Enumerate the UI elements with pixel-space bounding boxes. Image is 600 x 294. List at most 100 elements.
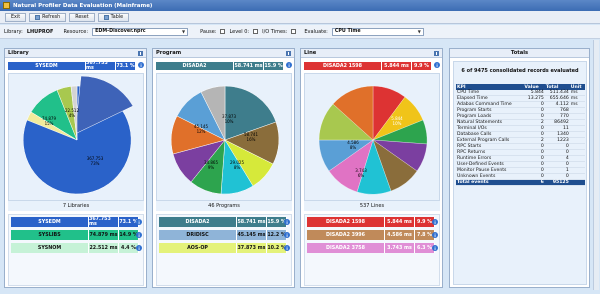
row-time: 4.586 ms (385, 230, 415, 240)
chevron-down-icon: ▼ (417, 29, 421, 34)
info-icon[interactable]: i (136, 232, 142, 238)
program-top-entry[interactable]: DISADA2 58.741 ms 15.9 % i (156, 62, 292, 70)
line-top-entry[interactable]: DISADA2 1598 5.844 ms 9.9 % i (304, 62, 440, 70)
resource-select[interactable]: EDM-Discover.nprc ▼ (92, 27, 189, 36)
list-item[interactable]: DISADA2 3996 4.586 ms 7.8 % i (307, 230, 438, 240)
info-icon[interactable]: i (284, 232, 290, 238)
info-icon[interactable]: i (284, 219, 290, 225)
grid-icon[interactable] (138, 50, 143, 56)
list-item[interactable]: DRIDISC 45.145 ms 12.2 % i (159, 230, 290, 240)
totals-panel: Totals 6 of 9475 consolidated records ev… (449, 48, 590, 288)
list-item[interactable]: SYSLIBS 74.879 ms 14.9 % i (11, 230, 142, 240)
exit-button[interactable]: Exit (5, 12, 27, 22)
info-icon[interactable]: i (432, 232, 438, 238)
library-panel-title: Library (8, 50, 29, 56)
grid-icon[interactable] (286, 50, 291, 56)
row-name: DISADA2 (159, 217, 237, 227)
total-row: Total events 6 95125 (456, 179, 585, 187)
chevron-down-icon: ▼ (181, 29, 186, 34)
row-time: 5.844 ms (385, 217, 415, 227)
info-icon[interactable]: i (432, 219, 438, 225)
window-titlebar: Natural Profiler Data Evaluation (Mainfr… (0, 0, 600, 11)
program-pie-box: 58.741 16% 45.145 12% 37.873 10% 29.025 … (156, 73, 292, 201)
refresh-button[interactable]: Refresh (29, 12, 67, 22)
row-time: 74.879 ms (89, 230, 119, 240)
evaluate-value: CPU Time (334, 29, 361, 34)
row-time: 58.741 ms (237, 217, 267, 227)
row-name: DRIDISC (159, 230, 237, 240)
records-summary: 6 of 9475 consolidated records evaluated (461, 68, 579, 74)
grid-icon[interactable] (434, 50, 439, 56)
list-item[interactable]: DISADA2 3758 3.743 ms 6.3 % i (307, 243, 438, 253)
top-time: 5.844 ms (382, 62, 412, 70)
info-icon[interactable]: i (432, 245, 438, 251)
pie-label: 16% (247, 137, 256, 142)
toolbar: Exit Refresh Reset Table (0, 11, 600, 24)
row-time: 22.512 ms (89, 243, 119, 253)
line-panel: Line DISADA2 1598 5.844 ms 9.9 % i 5.844… (300, 48, 443, 288)
pie-label: 73% (91, 161, 100, 166)
line-pie-box: 5.844 10% 4.586 8% 3.743 6% (304, 73, 440, 201)
filter-bar: Library: LHUPROF Resource: EDM-Discover.… (0, 25, 600, 39)
info-icon[interactable]: i (286, 62, 292, 68)
top-pct: 9.9 % (412, 62, 432, 70)
refresh-icon (35, 14, 41, 20)
pie-label: 12% (197, 129, 206, 134)
top-time: 367.753 ms (86, 61, 116, 71)
resource-label: Resource: (63, 28, 89, 35)
pie-label: 8% (234, 165, 241, 170)
window-title: Natural Profiler Data Evaluation (Mainfr… (13, 2, 153, 9)
list-item[interactable]: SYSEDM 367.753 ms 73.1 % i (11, 217, 142, 227)
info-icon[interactable]: i (284, 245, 290, 251)
row-name: SYSNOM (11, 243, 89, 253)
vertical-scrollbar[interactable] (593, 40, 599, 290)
library-panel-header: Library (5, 49, 146, 58)
program-pie-chart[interactable]: 58.741 16% 45.145 12% 37.873 10% 29.025 … (157, 74, 293, 202)
table-cell: Total events (456, 179, 524, 187)
row-name: DISADA2 3758 (307, 243, 385, 253)
pie-label: 15% (45, 121, 54, 126)
io-times-checkbox[interactable] (291, 29, 297, 34)
info-icon[interactable]: i (138, 62, 144, 68)
library-value: LHUPROF (26, 28, 54, 35)
library-top-entry[interactable]: SYSEDM 367.753 ms 73.1 % i (8, 61, 144, 71)
program-panel-title: Program (156, 50, 182, 56)
line-pie-chart[interactable]: 5.844 10% 4.586 8% 3.743 6% (305, 74, 441, 202)
row-time: 37.873 ms (237, 243, 267, 253)
pie-label: 9% (208, 165, 215, 170)
row-name: SYSEDM (11, 217, 89, 227)
line-panel-title: Line (304, 50, 317, 56)
list-item[interactable]: SYSNOM 22.512 ms 4.4 % i (11, 243, 142, 253)
library-pie-box: 367.753 73% 74.879 15% 22.512 4% (8, 73, 144, 201)
program-panel: Program DISADA2 58.741 ms 15.9 % i 58.74… (152, 48, 295, 288)
row-time: 3.743 ms (385, 243, 415, 253)
list-item[interactable]: AOS-OP 37.873 ms 10.2 % i (159, 243, 290, 253)
info-icon[interactable]: i (136, 245, 142, 251)
evaluate-select[interactable]: CPU Time ▼ (331, 27, 424, 36)
info-icon[interactable]: i (434, 62, 440, 68)
pie-label: 8% (350, 145, 357, 150)
info-icon[interactable]: i (136, 219, 142, 225)
level0-label: Level 0: (229, 28, 250, 35)
totals-title: Totals (450, 49, 589, 58)
level0-checkbox[interactable] (253, 29, 259, 34)
pie-label: 10% (393, 121, 402, 126)
pie-label: 4% (69, 113, 76, 118)
table-label: Table (110, 14, 124, 20)
list-item[interactable]: DISADA2 1598 5.844 ms 9.9 % i (307, 217, 438, 227)
pause-checkbox[interactable] (220, 29, 226, 34)
io-times-label: I/O Times: (262, 28, 288, 35)
pie-label: 6% (358, 173, 365, 178)
refresh-label: Refresh (42, 14, 61, 20)
reset-label: Reset (75, 14, 89, 20)
library-pie-chart[interactable]: 367.753 73% 74.879 15% 22.512 4% (9, 74, 145, 202)
row-time: 367.753 ms (89, 217, 119, 227)
row-name: DISADA2 3996 (307, 230, 385, 240)
list-item[interactable]: DISADA2 58.741 ms 15.9 % i (159, 217, 290, 227)
reset-button[interactable]: Reset (69, 12, 95, 22)
table-cell: 95125 (544, 179, 570, 187)
table-button[interactable]: Table (97, 12, 130, 22)
totals-box: 6 of 9475 consolidated records evaluated… (453, 61, 587, 285)
pause-label: Pause: (200, 28, 217, 35)
top-time: 58.741 ms (234, 62, 264, 70)
